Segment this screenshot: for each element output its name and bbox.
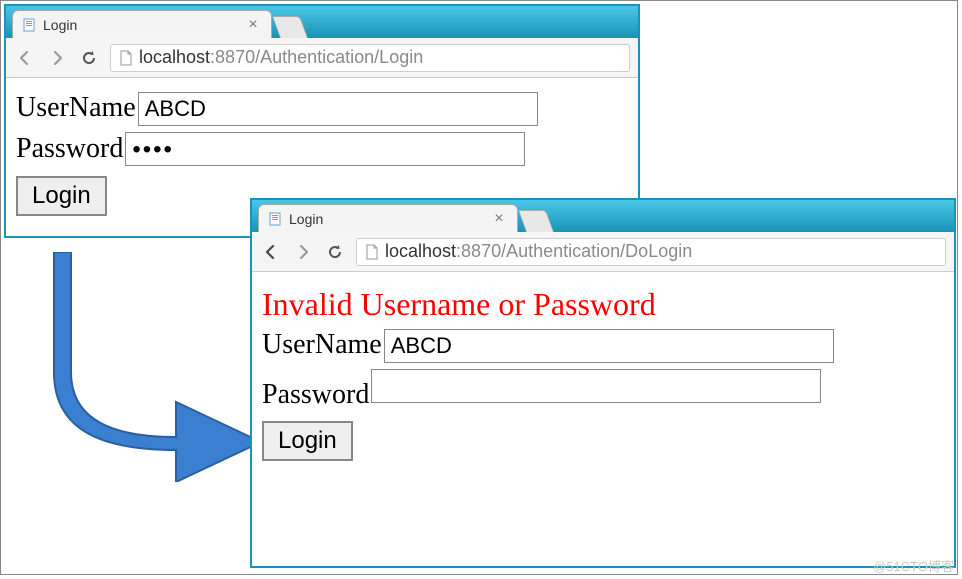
username-row: UserName <box>16 92 628 126</box>
forward-button[interactable] <box>292 241 314 263</box>
reload-button[interactable] <box>78 47 100 69</box>
url-port: :8870 <box>210 47 255 67</box>
tab-strip: Login × <box>252 200 954 232</box>
browser-window-dologin: Login × localhost:8870/Authentication/Do… <box>250 198 956 568</box>
browser-toolbar: localhost:8870/Authentication/DoLogin <box>252 232 954 272</box>
username-row: UserName <box>262 329 944 363</box>
url-text: localhost:8870/Authentication/Login <box>139 47 423 68</box>
tab-strip: Login × <box>6 6 638 38</box>
page-favicon <box>23 18 37 32</box>
login-button[interactable]: Login <box>16 176 107 216</box>
username-input[interactable] <box>384 329 834 363</box>
browser-tab[interactable]: Login × <box>258 204 518 232</box>
error-message: Invalid Username or Password <box>262 286 944 323</box>
close-icon[interactable]: × <box>491 210 507 228</box>
address-bar[interactable]: localhost:8870/Authentication/Login <box>110 44 630 72</box>
url-host: localhost <box>385 241 456 261</box>
site-icon <box>119 50 133 66</box>
password-row: Password <box>262 369 944 411</box>
password-input[interactable] <box>371 369 821 403</box>
page-body: Invalid Username or Password UserName Pa… <box>252 272 954 566</box>
password-label: Password <box>262 379 369 411</box>
address-bar[interactable]: localhost:8870/Authentication/DoLogin <box>356 238 946 266</box>
new-tab-button[interactable] <box>518 210 554 232</box>
url-path: /Authentication/Login <box>255 47 423 67</box>
back-button[interactable] <box>14 47 36 69</box>
browser-tab[interactable]: Login × <box>12 10 272 38</box>
password-input[interactable]: •••• <box>125 132 525 166</box>
password-label: Password <box>16 133 123 165</box>
page-favicon <box>269 212 283 226</box>
back-button[interactable] <box>260 241 282 263</box>
username-label: UserName <box>262 329 382 361</box>
site-icon <box>365 244 379 260</box>
new-tab-button[interactable] <box>272 16 308 38</box>
url-port: :8870 <box>456 241 501 261</box>
password-row: Password •••• <box>16 132 628 166</box>
browser-toolbar: localhost:8870/Authentication/Login <box>6 38 638 78</box>
close-icon[interactable]: × <box>245 16 261 34</box>
login-button[interactable]: Login <box>262 421 353 461</box>
url-host: localhost <box>139 47 210 67</box>
watermark: @51CTO博客 <box>873 556 954 575</box>
flow-arrow-icon <box>36 252 266 482</box>
reload-button[interactable] <box>324 241 346 263</box>
url-path: /Authentication/DoLogin <box>501 241 692 261</box>
tab-title: Login <box>289 211 491 227</box>
username-input[interactable] <box>138 92 538 126</box>
forward-button[interactable] <box>46 47 68 69</box>
url-text: localhost:8870/Authentication/DoLogin <box>385 241 692 262</box>
tab-title: Login <box>43 17 245 33</box>
username-label: UserName <box>16 92 136 124</box>
